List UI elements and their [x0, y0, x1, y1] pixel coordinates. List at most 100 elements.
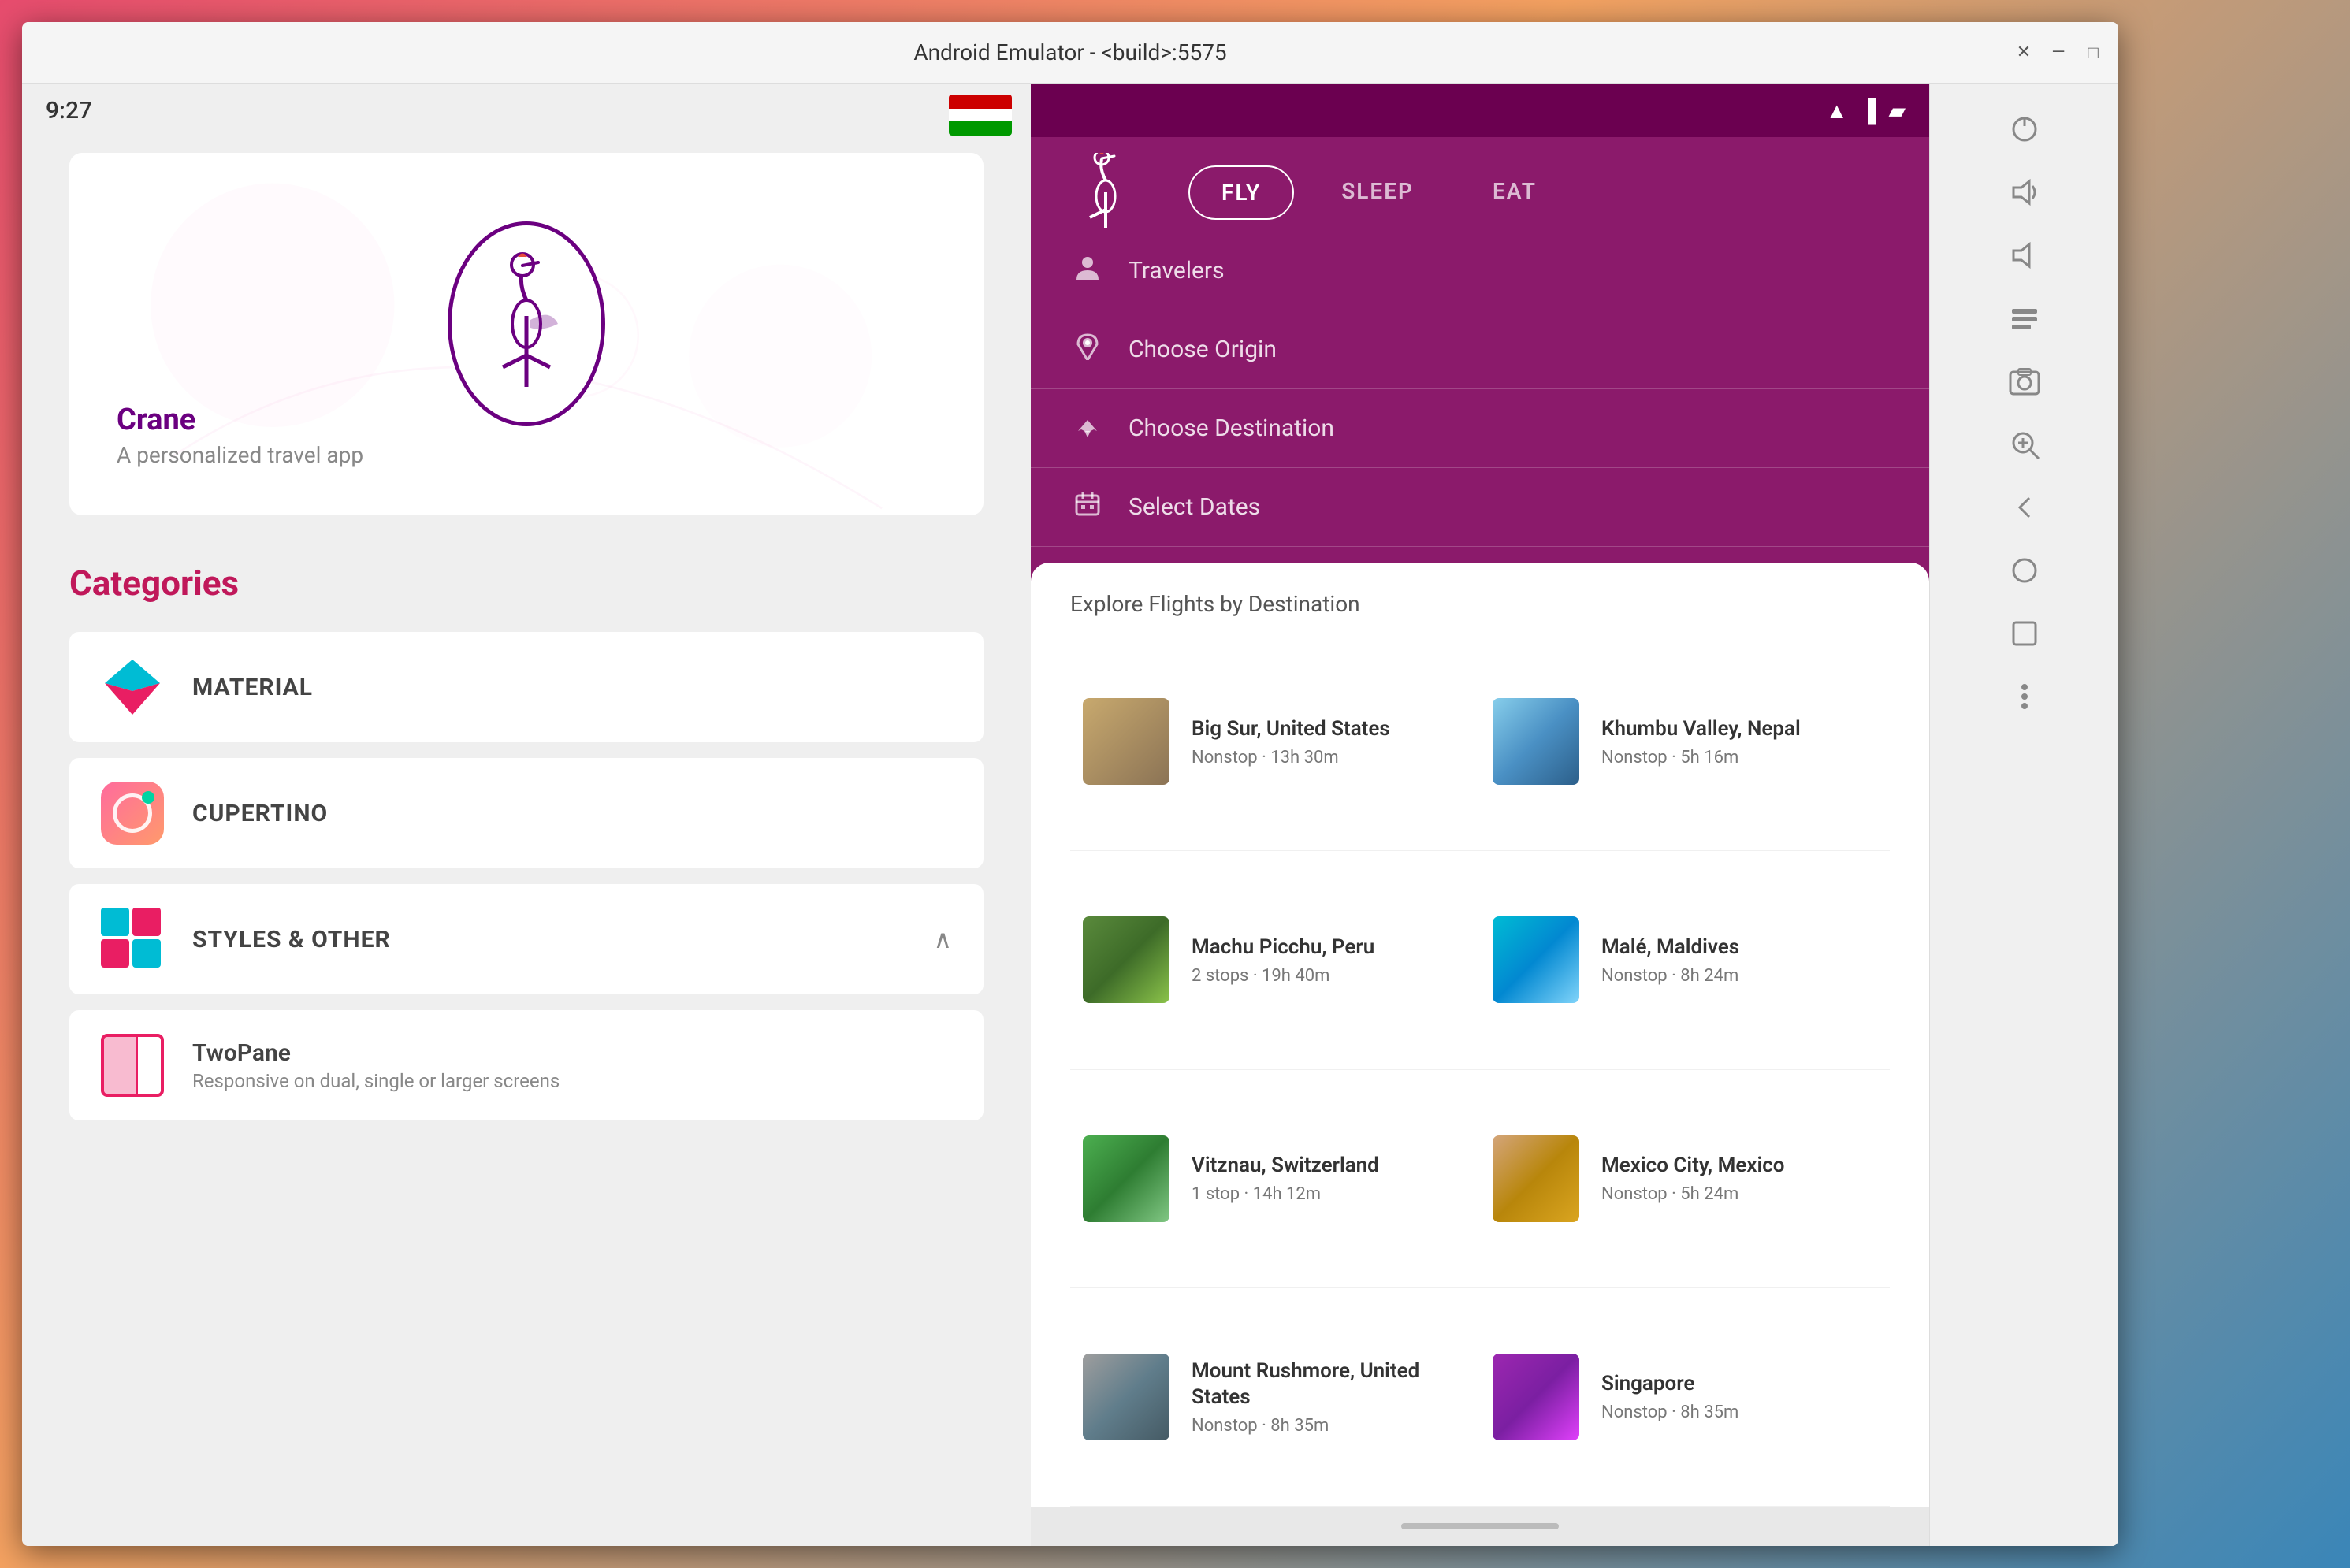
dest-info-singapore: Singapore Nonstop · 8h 35m [1601, 1371, 1738, 1422]
crane-logo-hero [448, 221, 605, 426]
minimize-button[interactable]: — [2046, 40, 2071, 65]
emulator-square-button[interactable] [2002, 611, 2047, 656]
origin-label: Choose Origin [1129, 336, 1277, 363]
emulator-camera-button[interactable] [2002, 359, 2047, 403]
crane-logo-svg [1070, 153, 1141, 232]
category-item-material[interactable]: MATERIAL [69, 632, 984, 742]
destination-item-male[interactable]: Malé, Maldives Nonstop · 8h 24m [1480, 851, 1890, 1069]
cupertino-label: CUPERTINO [192, 800, 328, 827]
destination-item-rushmore[interactable]: Mount Rushmore, United States Nonstop · … [1070, 1288, 1480, 1507]
hero-text: Crane A personalized travel app [117, 403, 363, 468]
material-icon [101, 656, 164, 719]
select-dates-row[interactable]: Select Dates [1031, 468, 1929, 547]
twopane-subtitle: Responsive on dual, single or larger scr… [192, 1070, 560, 1092]
emulator-zoom-in-button[interactable] [2002, 422, 2047, 466]
calendar-icon [1070, 489, 1105, 525]
search-form: Travelers Choose Origin Choose Destinati… [1031, 232, 1929, 563]
window-title: Android Emulator - <build>:5575 [913, 39, 1226, 65]
styles-icon [101, 908, 164, 971]
dest-thumb-bigsur [1083, 698, 1169, 785]
dest-route-rushmore: Nonstop · 8h 35m [1192, 1416, 1467, 1436]
nav-bottom-bar [1031, 1507, 1929, 1546]
cupertino-dot [142, 791, 154, 804]
wifi-icon: ▲ [1826, 98, 1848, 124]
dest-thumb-mexico [1493, 1135, 1579, 1222]
title-bar: Android Emulator - <build>:5575 ✕ — □ [22, 22, 2118, 84]
travelers-row[interactable]: Travelers [1031, 232, 1929, 310]
content-area: 9:27 [22, 84, 2118, 1546]
destination-item-bigsur[interactable]: Big Sur, United States Nonstop · 13h 30m [1070, 633, 1480, 851]
emulator-controls-panel [1929, 84, 2118, 1546]
emulator-home-button[interactable] [2002, 548, 2047, 593]
tab-sleep[interactable]: SLEEP [1310, 165, 1445, 220]
categories-title: Categories [69, 563, 984, 604]
choose-origin-row[interactable]: Choose Origin [1031, 310, 1929, 389]
flag-red-stripe [949, 95, 1012, 109]
dest-route-vitznau: 1 stop · 14h 12m [1192, 1184, 1379, 1204]
dest-info-mexico: Mexico City, Mexico Nonstop · 5h 24m [1601, 1153, 1785, 1204]
styles-pink-square [132, 908, 161, 936]
left-panel-gallery: 9:27 [22, 84, 1031, 1546]
styles-teal-square-2 [132, 939, 161, 968]
app-subtitle: A personalized travel app [117, 442, 363, 468]
status-bar-right: ▲ ▐ ▰ [1031, 84, 1929, 137]
destinations-grid: Big Sur, United States Nonstop · 13h 30m… [1031, 633, 1929, 1507]
styles-row-bottom [101, 939, 164, 968]
category-item-styles[interactable]: STYLES & OTHER ∧ [69, 884, 984, 994]
emulator-volume-down-button[interactable] [2002, 233, 2047, 277]
cupertino-icon [101, 782, 164, 845]
destination-item-khumbu[interactable]: Khumbu Valley, Nepal Nonstop · 5h 16m [1480, 633, 1890, 851]
destination-label: Choose Destination [1129, 414, 1334, 442]
destinations-bottom-sheet: Explore Flights by Destination Big Sur, … [1031, 563, 1929, 1546]
crane-circle [448, 221, 605, 426]
main-window: Android Emulator - <build>:5575 ✕ — □ 9:… [22, 22, 2118, 1546]
flag-green-stripe [949, 121, 1012, 136]
destination-item-singapore[interactable]: Singapore Nonstop · 8h 35m [1480, 1288, 1890, 1507]
category-item-twopane[interactable]: TwoPane Responsive on dual, single or la… [69, 1010, 984, 1120]
dest-thumb-rushmore [1083, 1354, 1169, 1440]
tab-fly[interactable]: FLY [1188, 165, 1294, 220]
tab-eat[interactable]: EAT [1461, 165, 1568, 220]
material-label: MATERIAL [192, 674, 313, 701]
signal-icon: ▐ [1861, 98, 1876, 124]
choose-destination-row[interactable]: Choose Destination [1031, 389, 1929, 468]
window-controls: ✕ — □ [2011, 40, 2106, 65]
dest-info-vitznau: Vitznau, Switzerland 1 stop · 14h 12m [1192, 1153, 1379, 1204]
close-button[interactable]: ✕ [2011, 40, 2036, 65]
destination-item-machu[interactable]: Machu Picchu, Peru 2 stops · 19h 40m [1070, 851, 1480, 1069]
crane-app-logo [1070, 153, 1141, 232]
destination-item-mexico[interactable]: Mexico City, Mexico Nonstop · 5h 24m [1480, 1070, 1890, 1288]
twopane-text: TwoPane Responsive on dual, single or la… [192, 1039, 560, 1092]
emulator-tags-button[interactable] [2002, 296, 2047, 340]
nav-bottom-indicator [1401, 1523, 1559, 1529]
material-diamond-svg [101, 656, 164, 719]
location-pin-icon [1070, 332, 1105, 367]
dest-route-mexico: Nonstop · 5h 24m [1601, 1184, 1785, 1204]
destination-item-vitznau[interactable]: Vitznau, Switzerland 1 stop · 14h 12m [1070, 1070, 1480, 1288]
emulator-back-button[interactable] [2002, 485, 2047, 529]
status-bar-left: 9:27 [22, 84, 1031, 137]
dates-label: Select Dates [1129, 493, 1260, 521]
hero-card[interactable]: Crane A personalized travel app [69, 153, 984, 515]
styles-teal-square [101, 908, 129, 936]
emulator-volume-up-button[interactable] [2002, 170, 2047, 214]
category-item-cupertino[interactable]: CUPERTINO [69, 758, 984, 868]
crane-app-header: FLY SLEEP EAT [1031, 137, 1929, 232]
twopane-icon [101, 1034, 164, 1097]
emulator-more-button[interactable] [2002, 674, 2047, 719]
dest-route-bigsur: Nonstop · 13h 30m [1192, 748, 1390, 767]
cupertino-inner-circle [113, 793, 152, 833]
styles-row-top [101, 908, 164, 936]
battery-icon: ▰ [1888, 98, 1906, 124]
styles-label: STYLES & OTHER [192, 926, 391, 953]
dest-thumb-singapore [1493, 1354, 1579, 1440]
flag-icon [949, 95, 1012, 136]
maximize-button[interactable]: □ [2080, 40, 2106, 65]
twopane-left-pane [104, 1037, 136, 1094]
twopane-right-pane [138, 1037, 161, 1094]
emulator-power-button[interactable] [2002, 107, 2047, 151]
styles-pink-square-2 [101, 939, 129, 968]
app-name: Crane [117, 403, 363, 437]
chevron-up-icon[interactable]: ∧ [934, 924, 952, 954]
dest-info-male: Malé, Maldives Nonstop · 8h 24m [1601, 934, 1739, 986]
